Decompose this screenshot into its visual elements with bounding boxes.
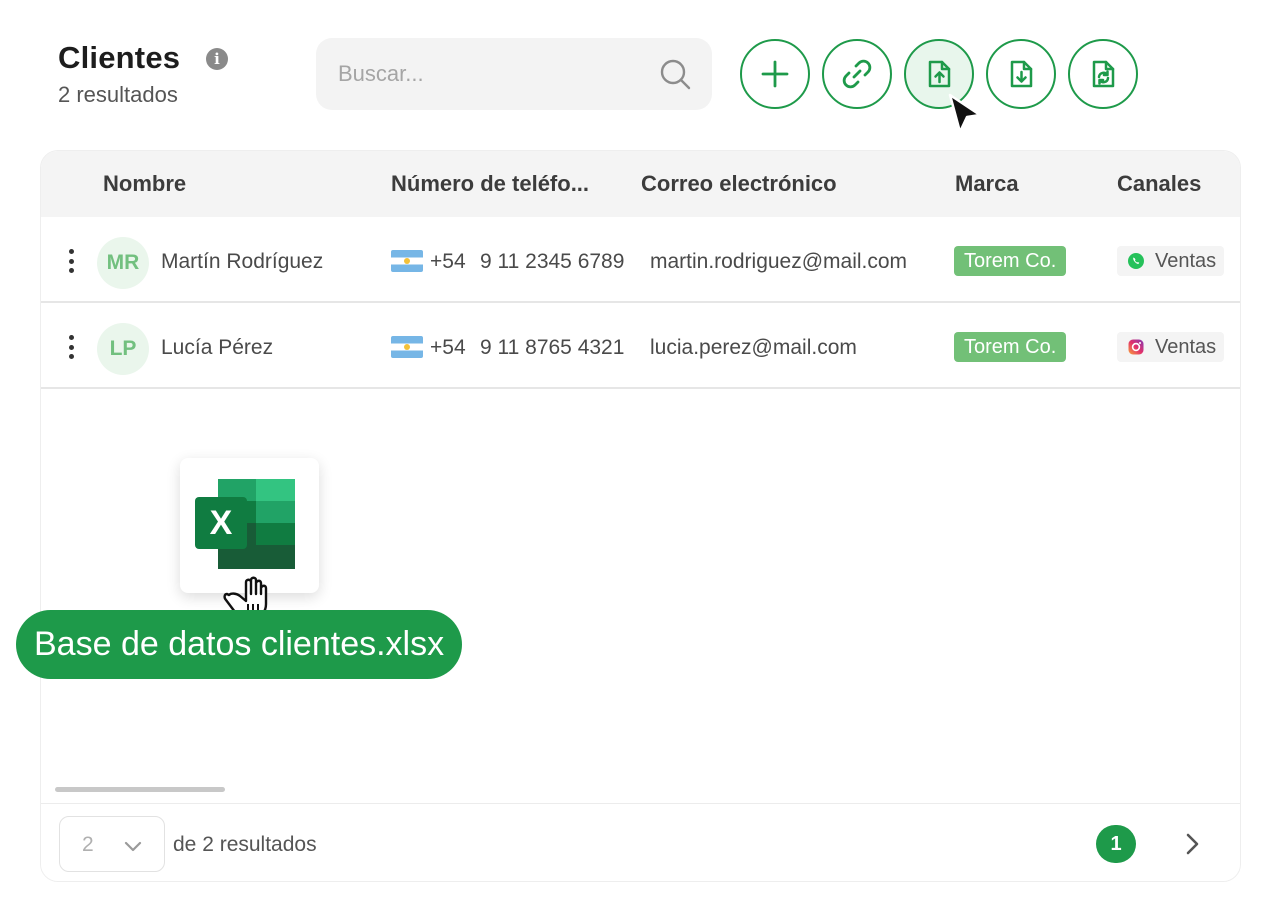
column-header-email[interactable]: Correo electrónico — [641, 171, 837, 197]
page-title: Clientes — [58, 40, 181, 75]
page-size-select[interactable]: 2 — [59, 816, 165, 872]
column-header-channels[interactable]: Canales — [1117, 171, 1201, 197]
row-menu-button[interactable] — [65, 335, 77, 359]
search-icon[interactable] — [658, 57, 692, 91]
column-header-phone[interactable]: Número de teléfo... — [391, 171, 589, 197]
channel-chip: Ventas — [1117, 332, 1225, 362]
pagination-bar: 2 de 2 resultados 1 — [41, 803, 1240, 881]
sync-button[interactable] — [1068, 39, 1138, 109]
link-button[interactable] — [822, 39, 892, 109]
column-header-brand[interactable]: Marca — [955, 171, 1019, 197]
brand-badge: Torem Co. — [954, 246, 1067, 276]
chevron-down-icon — [124, 841, 142, 852]
dragged-file-card[interactable]: X — [180, 458, 319, 593]
table-row[interactable]: MR Martín Rodríguez +54 9 11 2345 6789 m… — [41, 217, 1240, 303]
pointer-cursor-icon — [948, 93, 982, 134]
row-menu-button[interactable] — [65, 249, 77, 273]
column-header-name[interactable]: Nombre — [103, 171, 186, 197]
clients-panel: Clientes i 2 resultados Buscar... Nombre… — [0, 0, 1280, 906]
table-header: Nombre Número de teléfo... Correo electr… — [41, 151, 1240, 217]
page-size-value: 2 — [82, 833, 94, 856]
results-count: 2 resultados — [58, 82, 178, 107]
plus-icon — [761, 60, 789, 88]
phone-number: 9 11 8765 4321 — [480, 336, 625, 359]
file-download-icon — [1010, 60, 1033, 88]
file-sync-icon — [1092, 60, 1115, 88]
phone-country-code: +54 — [430, 250, 466, 273]
dragged-file-name: Base de datos clientes.xlsx — [16, 610, 463, 679]
argentina-flag-icon — [391, 336, 423, 358]
pagination-results-text: de 2 resultados — [173, 833, 317, 856]
client-name: Martín Rodríguez — [161, 250, 324, 273]
phone-country-code: +54 — [430, 336, 466, 359]
whatsapp-icon — [1128, 253, 1144, 269]
phone-number: 9 11 2345 6789 — [480, 250, 625, 273]
add-button[interactable] — [740, 39, 810, 109]
channel-chip: Ventas — [1117, 246, 1225, 276]
horizontal-scrollbar[interactable] — [55, 787, 225, 792]
excel-letter: X — [210, 504, 233, 542]
email: lucia.perez@mail.com — [650, 336, 857, 359]
argentina-flag-icon — [391, 250, 423, 272]
info-icon[interactable]: i — [206, 48, 228, 70]
client-name: Lucía Pérez — [161, 336, 274, 359]
email: martin.rodriguez@mail.com — [650, 250, 908, 273]
excel-icon: X — [195, 479, 295, 569]
search-input[interactable] — [316, 38, 712, 110]
download-button[interactable] — [986, 39, 1056, 109]
page-button-1[interactable]: 1 — [1096, 825, 1136, 863]
file-upload-icon — [928, 60, 951, 88]
link-icon — [842, 59, 872, 89]
avatar: MR — [97, 237, 149, 289]
channel-label: Ventas — [1155, 250, 1217, 272]
channel-label: Ventas — [1155, 336, 1217, 358]
avatar: LP — [97, 323, 149, 375]
brand-badge: Torem Co. — [954, 332, 1067, 362]
instagram-icon — [1128, 339, 1144, 355]
chevron-right-icon[interactable] — [1177, 828, 1207, 860]
table-row[interactable]: LP Lucía Pérez +54 9 11 8765 4321 lucia.… — [41, 303, 1240, 389]
